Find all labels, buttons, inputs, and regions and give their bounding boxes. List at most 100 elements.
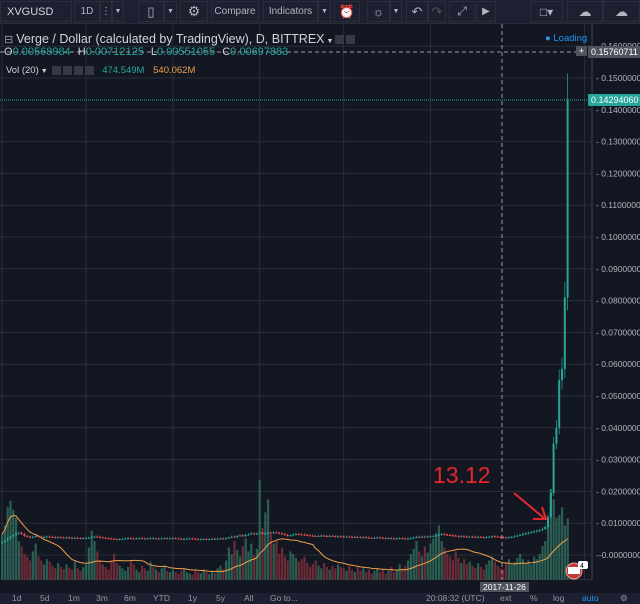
volume-bar — [9, 500, 12, 580]
candle-body — [303, 534, 306, 536]
candle-body — [87, 537, 90, 539]
series-eye-icon[interactable] — [335, 35, 345, 45]
candle-body — [365, 537, 367, 539]
candle-body — [113, 538, 115, 540]
candle-body — [107, 538, 110, 540]
candle-body — [227, 537, 230, 539]
volume-bar — [507, 559, 510, 580]
low-value: 0.00551055 — [157, 46, 216, 58]
candle-body — [384, 538, 387, 540]
volume-bar — [387, 570, 390, 580]
volume-bar — [185, 572, 188, 580]
candle-body — [507, 537, 510, 539]
volume-bar — [45, 559, 48, 580]
candle-body — [393, 538, 395, 540]
candle-body — [555, 427, 558, 444]
volume-remove-icon[interactable] — [84, 65, 94, 75]
candle-body — [547, 516, 549, 528]
volume-value: 474.549M — [102, 65, 145, 76]
volume-settings-icon[interactable] — [62, 65, 72, 75]
candle-body — [40, 536, 43, 538]
volume-bar — [292, 554, 295, 580]
candle-body — [446, 534, 449, 536]
series-dropdown-icon[interactable]: ▼ — [325, 38, 333, 45]
candle-body — [26, 535, 29, 537]
volume-bar — [513, 561, 516, 580]
volume-bar — [199, 573, 202, 580]
range-all[interactable]: All — [244, 593, 253, 603]
volume-bar — [306, 563, 309, 580]
candle-body — [457, 535, 460, 537]
candle-body — [62, 537, 65, 539]
crosshair-add-icon[interactable]: + — [576, 46, 588, 56]
volume-bar — [31, 551, 34, 580]
volume-bar — [558, 515, 561, 580]
volume-bar — [474, 568, 477, 580]
volume-bar — [407, 560, 410, 580]
volume-bar — [510, 564, 513, 580]
candle-body — [370, 537, 373, 539]
volume-bar — [269, 534, 272, 580]
volume-bar — [68, 567, 71, 580]
candle-body — [317, 535, 320, 537]
volume-bar — [373, 570, 376, 580]
candle-body — [253, 533, 255, 535]
volume-bar — [169, 572, 172, 580]
candle-body — [295, 534, 297, 536]
volume-bar — [496, 565, 499, 580]
volume-bar — [465, 564, 468, 580]
candle-body — [281, 533, 283, 535]
candle-body — [314, 535, 317, 537]
candle-body — [155, 538, 157, 540]
candle-body — [348, 536, 351, 538]
range-3m[interactable]: 3m — [96, 593, 108, 603]
log-toggle[interactable]: log — [553, 593, 564, 603]
price-tick-label: - 0.07000000 — [596, 327, 640, 337]
volume-bar — [541, 546, 544, 580]
volume-bar — [216, 568, 219, 580]
candle-body — [101, 537, 104, 539]
range-1y[interactable]: 1y — [188, 593, 197, 603]
candle-body — [205, 539, 208, 541]
range-5d[interactable]: 5d — [40, 593, 49, 603]
volume-bar — [331, 565, 334, 580]
volume-bar — [281, 547, 284, 580]
volume-add-icon[interactable] — [73, 65, 83, 75]
percent-toggle[interactable]: % — [530, 593, 538, 603]
range-6m[interactable]: 6m — [124, 593, 136, 603]
volume-bar — [303, 556, 306, 580]
legend-collapse-icon[interactable]: ⊟ — [4, 34, 16, 46]
candle-body — [110, 538, 113, 540]
candle-body — [261, 532, 264, 535]
volume-bar — [104, 567, 107, 580]
price-chart[interactable]: - 0.16000000- 0.15000000- 0.14000000- 0.… — [0, 0, 640, 580]
volume-bar — [370, 573, 373, 580]
range-5y[interactable]: 5y — [216, 593, 225, 603]
price-tick-label: - 0.11000000 — [596, 200, 640, 210]
volume-title[interactable]: Vol (20) — [6, 65, 39, 76]
settings-gear-icon[interactable]: ⚙ — [620, 593, 628, 604]
volume-eye-icon[interactable] — [51, 65, 61, 75]
candle-body — [29, 536, 31, 538]
volume-bar — [314, 560, 317, 580]
candle-body — [71, 537, 73, 539]
auto-toggle[interactable]: auto — [582, 593, 599, 603]
candle-body — [250, 533, 253, 535]
candle-body — [499, 536, 502, 538]
goto-button[interactable]: Go to... — [270, 593, 298, 603]
series-title[interactable]: Verge / Dollar (calculated by TradingVie… — [16, 32, 324, 46]
range-1m[interactable]: 1m — [68, 593, 80, 603]
candle-body — [423, 536, 426, 538]
series-settings-icon[interactable] — [346, 35, 356, 45]
price-tick-label: - 0.09000000 — [596, 264, 640, 274]
ext-toggle[interactable]: ext — [500, 593, 511, 603]
candle-body — [530, 532, 533, 534]
candle-body — [485, 537, 488, 539]
annotation-arrow — [513, 492, 548, 520]
range-1d[interactable]: 1d — [12, 593, 21, 603]
candle-body — [45, 536, 48, 538]
candle-body — [451, 535, 454, 537]
candle-body — [524, 533, 527, 535]
range-ytd[interactable]: YTD — [153, 593, 170, 603]
candle-body — [432, 535, 435, 537]
